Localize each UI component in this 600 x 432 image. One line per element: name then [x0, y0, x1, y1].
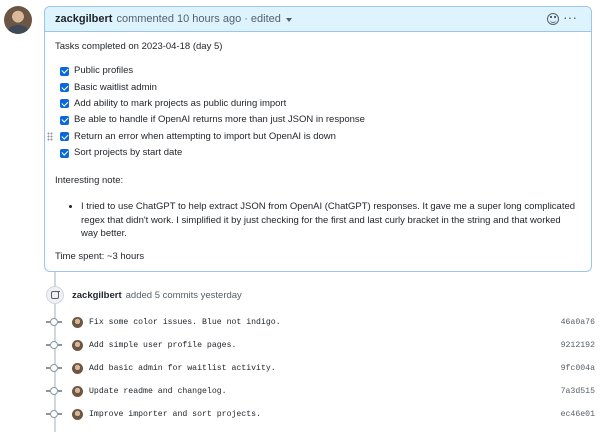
- task-item: Return an error when attempting to impor…: [47, 129, 581, 145]
- commit-event: zackgilbert added 5 commits yesterday: [46, 285, 242, 305]
- note-title: Interesting note:: [55, 175, 124, 187]
- time-spent: Time spent: ~3 hours: [55, 250, 145, 262]
- event-author-link[interactable]: zackgilbert: [72, 290, 122, 301]
- edited-dropdown[interactable]: edited: [251, 13, 292, 25]
- comment-header: zackgilbert commented 10 hours ago · edi…: [45, 7, 591, 32]
- task-label: Add ability to mark projects as public d…: [74, 97, 287, 109]
- commit-row: Improve importer and sort projects. ec46…: [46, 405, 595, 423]
- task-item: Public profiles: [60, 63, 581, 79]
- comment-timestamp[interactable]: commented 10 hours ago: [116, 13, 241, 25]
- smiley-icon[interactable]: [547, 13, 559, 25]
- task-label: Be able to handle if OpenAI returns more…: [74, 114, 365, 126]
- commit-message[interactable]: Update readme and changelog.: [89, 387, 561, 396]
- task-checkbox[interactable]: [60, 132, 69, 142]
- task-label: Public profiles: [74, 65, 134, 77]
- commit-sha[interactable]: 7a3d515: [561, 387, 595, 396]
- task-label: Sort projects by start date: [74, 147, 183, 159]
- git-commit-icon: [46, 318, 62, 326]
- task-label: Return an error when attempting to impor…: [74, 130, 336, 142]
- commit-message[interactable]: Add basic admin for waitlist activity.: [89, 364, 561, 373]
- commit-sha[interactable]: ec46e01: [561, 410, 595, 419]
- commit-sha[interactable]: 9fc004a: [561, 364, 595, 373]
- note-bullet: I tried to use ChatGPT to help extract J…: [81, 200, 581, 241]
- commit-row: Add simple user profile pages. 9212192: [46, 336, 595, 354]
- tasks-intro: Tasks completed on 2023-04-18 (day 5): [55, 41, 223, 52]
- task-checkbox[interactable]: [60, 83, 69, 93]
- commit-icon: [46, 286, 64, 304]
- task-item: Add ability to mark projects as public d…: [60, 96, 581, 112]
- task-checkbox[interactable]: [60, 115, 69, 125]
- kebab-icon[interactable]: ···: [563, 10, 577, 24]
- commit-message[interactable]: Add simple user profile pages.: [89, 341, 561, 350]
- commit-row: Update readme and changelog. 7a3d515: [46, 382, 595, 400]
- task-label: Basic waitlist admin: [74, 81, 157, 93]
- task-checkbox[interactable]: [60, 148, 69, 158]
- git-commit-icon: [46, 387, 62, 395]
- drag-handle-icon[interactable]: [47, 131, 53, 141]
- git-commit-icon: [46, 410, 62, 418]
- git-commit-icon: [46, 341, 62, 349]
- edited-label: edited: [250, 13, 281, 25]
- note-list: I tried to use ChatGPT to help extract J…: [55, 200, 581, 241]
- commit-avatar[interactable]: [72, 362, 83, 374]
- task-item: Be able to handle if OpenAI returns more…: [60, 112, 581, 128]
- commit-row: Add basic admin for waitlist activity. 9…: [46, 359, 595, 377]
- git-commit-icon: [46, 364, 62, 372]
- commit-avatar[interactable]: [72, 339, 83, 351]
- author-avatar[interactable]: [4, 6, 32, 34]
- commit-row: Fix some color issues. Blue not indigo. …: [46, 313, 595, 331]
- comment-body: Tasks completed on 2023-04-18 (day 5) Pu…: [45, 32, 591, 263]
- commit-avatar[interactable]: [72, 316, 83, 328]
- comment-box: zackgilbert commented 10 hours ago · edi…: [44, 6, 592, 272]
- meta-separator: ·: [244, 13, 248, 25]
- commit-avatar[interactable]: [72, 408, 83, 420]
- commit-sha[interactable]: 46a0a76: [561, 318, 595, 327]
- commit-message[interactable]: Fix some color issues. Blue not indigo.: [89, 318, 561, 327]
- task-item: Sort projects by start date: [60, 145, 581, 161]
- task-checkbox[interactable]: [60, 99, 69, 109]
- commit-message[interactable]: Improve importer and sort projects.: [89, 410, 561, 419]
- task-checkbox[interactable]: [60, 66, 69, 76]
- event-text: added 5 commits yesterday: [125, 289, 242, 301]
- task-list: Public profiles Basic waitlist admin Add…: [47, 63, 581, 161]
- chevron-down-icon: [285, 18, 292, 22]
- commit-avatar[interactable]: [72, 385, 83, 397]
- task-item: Basic waitlist admin: [60, 79, 581, 95]
- comment-author-link[interactable]: zackgilbert: [55, 13, 112, 25]
- commit-sha[interactable]: 9212192: [561, 341, 595, 350]
